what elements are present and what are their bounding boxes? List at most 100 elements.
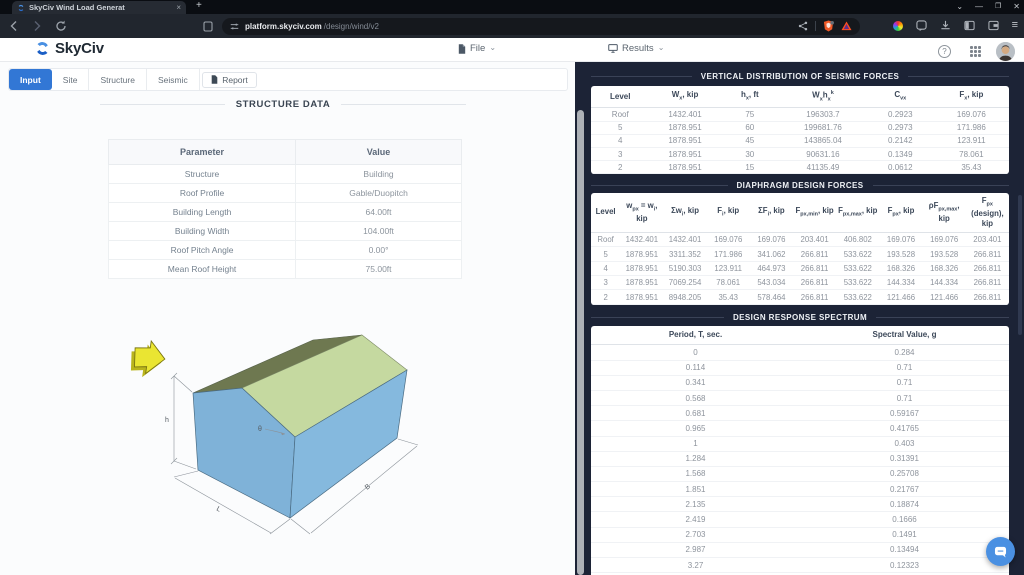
table-cell: 0 (591, 345, 800, 360)
table-cell: 266.811 (966, 290, 1009, 304)
table-cell: 1 (591, 436, 800, 451)
table-row: 21878.9518948.20535.43578.464266.811533.… (591, 290, 1009, 304)
window-restore-icon[interactable]: ❐ (995, 3, 1001, 10)
table-cell: 266.811 (966, 276, 1009, 290)
response-spectrum-card: Period, T, sec.Spectral Value, g00.284 0.… (591, 326, 1009, 575)
column-header: Fi, kip (707, 193, 750, 232)
table-cell: 2 (591, 161, 650, 174)
structure-data-title: STRUCTURE DATA (236, 99, 331, 110)
table-cell: 1878.951 (650, 147, 721, 160)
table-cell: 199681.76 (779, 121, 867, 134)
table-cell: 60 (721, 121, 780, 134)
tab-site[interactable]: Site (52, 69, 90, 90)
response-spectrum-table: Period, T, sec.Spectral Value, g00.284 0.… (591, 326, 1009, 575)
table-cell: 0.341 (591, 375, 800, 390)
apps-grid-icon[interactable] (970, 46, 981, 57)
table-cell: 0.0612 (867, 161, 934, 174)
close-tab-icon[interactable]: × (176, 4, 181, 12)
dim-label-B: B (364, 483, 372, 492)
menu-icon[interactable]: ≡ (1012, 20, 1018, 31)
table-cell: 144.334 (879, 276, 922, 290)
sidebar-icon[interactable] (964, 20, 975, 31)
table-cell: 4 (591, 134, 650, 147)
url-bar[interactable]: platform.skyciv.com /design/wind/v2 (222, 18, 860, 35)
table-cell: 169.076 (934, 108, 1009, 121)
table-row: 31878.9513090631.160.134978.061 (591, 147, 1009, 160)
tab-input[interactable]: Input (9, 69, 52, 90)
column-header: ρFpx,max, kip (923, 193, 966, 232)
browser-tab[interactable]: SkyCiv Wind Load Generat × (12, 1, 186, 14)
window-minimize-icon[interactable]: — (975, 3, 983, 11)
bookmark-panel-icon[interactable] (203, 21, 213, 32)
table-cell: 3 (591, 276, 620, 290)
menu-results[interactable]: Results ⌄ (608, 43, 664, 54)
diaphragm-forces-card: Levelwpx = wi, kipΣwi, kipFi, kipΣFi, ki… (591, 193, 1009, 305)
brave-shield-icon[interactable] (823, 20, 834, 32)
chat-fab-button[interactable] (986, 537, 1015, 566)
reload-icon[interactable] (55, 20, 67, 32)
column-header: Value (296, 140, 462, 165)
report-button[interactable]: Report (202, 72, 257, 88)
table-header-row: LevelWx, kiphx, ftWxhxkCvxFx, kip (591, 86, 1009, 108)
table-cell: 1878.951 (620, 276, 663, 290)
table-cell: 144.334 (923, 276, 966, 290)
wallet-icon[interactable] (988, 20, 999, 31)
column-header: Wx, kip (650, 86, 721, 108)
table-cell: 169.076 (707, 232, 750, 246)
table-row: Building Length64.00ft (109, 203, 462, 222)
table-cell: 169.076 (750, 232, 793, 246)
table-row: 2.7030.1491 (591, 527, 1009, 542)
chat-extension-icon[interactable] (916, 20, 927, 31)
table-cell: 35.43 (934, 161, 1009, 174)
url-path: /design/wind/v2 (324, 22, 379, 31)
table-cell: 543.034 (750, 276, 793, 290)
vertical-scrollbar[interactable] (577, 110, 584, 575)
table-cell: 75 (721, 108, 780, 121)
new-tab-icon[interactable]: + (196, 0, 202, 11)
column-header: Fpx,min, kip (793, 193, 836, 232)
results-monitor-icon (608, 44, 618, 53)
table-cell: 266.811 (966, 261, 1009, 275)
table-row: 00.284 (591, 345, 1009, 360)
column-header: Period, T, sec. (591, 326, 800, 345)
seismic-results-panel: VERTICAL DISTRIBUTION OF SEISMIC FORCES … (575, 62, 1024, 575)
help-button[interactable]: ? (938, 45, 951, 58)
menu-file[interactable]: File ⌄ (458, 43, 496, 54)
table-cell: 169.076 (923, 232, 966, 246)
tab-structure[interactable]: Structure (89, 69, 147, 90)
share-icon[interactable] (798, 21, 808, 31)
download-icon[interactable] (940, 20, 951, 31)
table-cell: 2.135 (591, 497, 800, 512)
avatar[interactable] (996, 42, 1015, 61)
window-close-icon[interactable]: ✕ (1013, 3, 1020, 11)
table-cell: 41135.49 (779, 161, 867, 174)
table-cell: 168.326 (879, 261, 922, 275)
table-cell: 5 (591, 121, 650, 134)
wind-arrow-icon (128, 339, 167, 380)
table-cell: 193.528 (923, 247, 966, 261)
back-icon[interactable] (8, 20, 20, 32)
window-chevron-icon[interactable]: ⌄ (956, 3, 963, 11)
table-cell: 533.622 (836, 261, 879, 275)
table-cell: 3 (591, 147, 650, 160)
table-cell: 171.986 (707, 247, 750, 261)
site-settings-icon[interactable] (230, 22, 239, 31)
url-host: platform.skyciv.com (245, 22, 322, 31)
table-header-row: ParameterValue (109, 140, 462, 165)
section-title-diaphragm: DIAPHRAGM DESIGN FORCES (591, 181, 1009, 190)
dim-label-theta: θ (258, 426, 262, 433)
table-row: 0.6810.59167 (591, 406, 1009, 421)
table-cell: 121.466 (879, 290, 922, 304)
color-wheel-icon[interactable] (893, 21, 903, 31)
column-header: Fpx,max, kip (836, 193, 879, 232)
column-header: Σwi, kip (663, 193, 706, 232)
tab-seismic[interactable]: Seismic (147, 69, 200, 90)
panel-scrollbar[interactable] (1018, 195, 1022, 335)
extension-triangle-icon[interactable] (841, 21, 852, 31)
table-cell: 0.21767 (800, 482, 1009, 497)
table-cell: 168.326 (923, 261, 966, 275)
building-3d-diagram: h L B θ (95, 330, 495, 574)
skyciv-logo[interactable]: SkyCiv (34, 40, 104, 57)
forward-icon[interactable] (31, 20, 43, 32)
column-header: Spectral Value, g (800, 326, 1009, 345)
